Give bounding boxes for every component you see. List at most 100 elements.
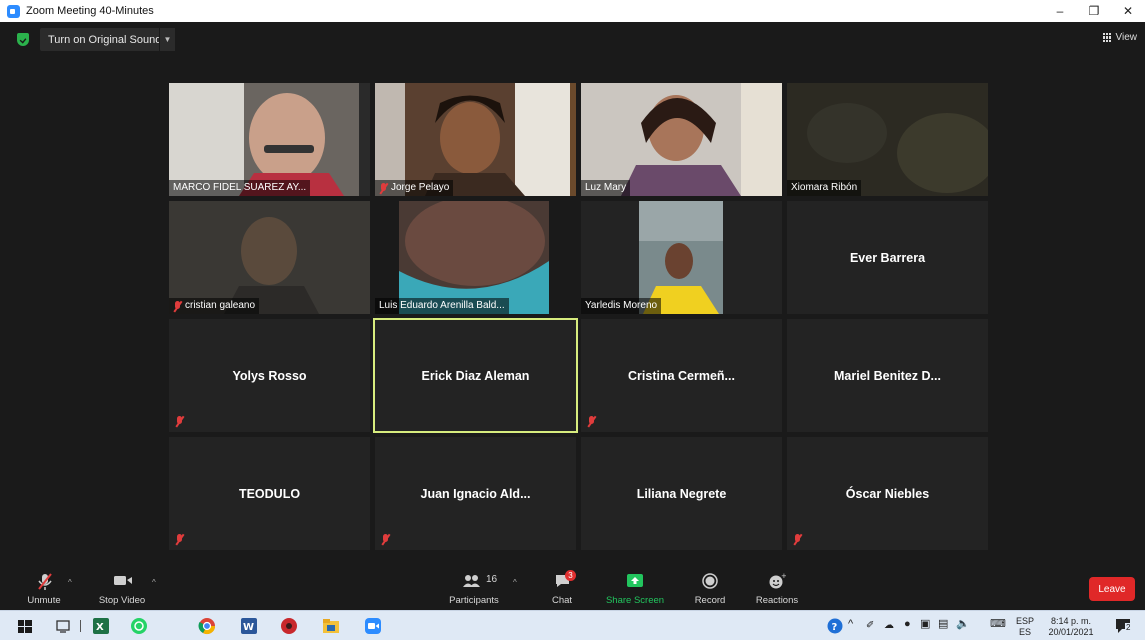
muted-mic-icon bbox=[381, 533, 391, 546]
participant-tile[interactable]: MARCO FIDEL SUAREZ AY... bbox=[169, 83, 370, 196]
excel-icon[interactable]: X bbox=[92, 617, 110, 635]
record-button[interactable]: Record bbox=[688, 570, 732, 610]
participant-name-tag: MARCO FIDEL SUAREZ AY... bbox=[169, 180, 311, 196]
close-button[interactable]: ✕ bbox=[1111, 0, 1145, 22]
notification-count: 2 bbox=[1125, 623, 1132, 632]
record-icon bbox=[702, 573, 718, 589]
unmute-label: Unmute bbox=[27, 595, 61, 606]
participants-count: 16 bbox=[486, 574, 498, 585]
participant-tile[interactable]: Cristina Cermeñ... bbox=[581, 319, 782, 432]
media-app-icon[interactable] bbox=[280, 617, 298, 635]
participants-options-caret-icon[interactable]: ^ bbox=[513, 578, 517, 587]
participants-icon bbox=[463, 575, 480, 587]
participant-name-tag: Yarledis Moreno bbox=[581, 298, 662, 314]
window-title: Zoom Meeting 40-Minutes bbox=[26, 5, 154, 17]
view-button[interactable]: View bbox=[1102, 32, 1138, 43]
stop-video-label: Stop Video bbox=[98, 595, 146, 606]
pen-icon[interactable]: ✐ bbox=[866, 620, 874, 631]
participant-tile[interactable]: Jorge Pelayo bbox=[375, 83, 576, 196]
original-sound-dropdown[interactable]: ▼ bbox=[159, 28, 175, 51]
chat-button[interactable]: 3 Chat bbox=[544, 570, 580, 610]
file-explorer-icon[interactable] bbox=[322, 617, 340, 635]
help-icon[interactable]: ? bbox=[826, 617, 844, 635]
share-screen-icon bbox=[627, 574, 643, 587]
shield-icon[interactable] bbox=[17, 33, 29, 46]
meeting-top-bar: Turn on Original Sound ▼ View bbox=[0, 28, 1145, 52]
participant-tile[interactable]: Mariel Benitez D... bbox=[787, 319, 988, 432]
participant-tile[interactable]: Juan Ignacio Ald... bbox=[375, 437, 576, 550]
participant-name-center: Cristina Cermeñ... bbox=[628, 368, 735, 383]
participant-name-tag: Xiomara Ribón bbox=[787, 180, 862, 196]
participant-name-center: Liliana Negrete bbox=[636, 486, 727, 501]
participant-tile[interactable]: Ever Barrera bbox=[787, 201, 988, 314]
view-label: View bbox=[1115, 32, 1138, 43]
participant-tile[interactable]: Yarledis Moreno bbox=[581, 201, 782, 314]
whatsapp-icon[interactable] bbox=[130, 617, 148, 635]
task-view-icon[interactable] bbox=[54, 617, 72, 635]
title-bar: Zoom Meeting 40-Minutes – ❐ ✕ bbox=[0, 0, 1145, 22]
stop-video-button[interactable]: Stop Video bbox=[94, 570, 150, 610]
muted-mic-icon bbox=[379, 182, 389, 194]
participant-name-center: TEODULO bbox=[238, 486, 301, 501]
participant-tile[interactable]: Liliana Negrete bbox=[581, 437, 782, 550]
minimize-button[interactable]: – bbox=[1043, 0, 1077, 22]
network-icon[interactable]: ▤ bbox=[938, 619, 948, 630]
participant-name-tag: Jorge Pelayo bbox=[375, 180, 454, 196]
volume-icon[interactable]: 🔈 bbox=[956, 619, 970, 630]
cloud-sync-icon[interactable]: ☁ bbox=[884, 620, 894, 631]
grid-view-icon bbox=[1102, 33, 1112, 42]
clock-time: 8:14 p. m. bbox=[1050, 616, 1092, 626]
muted-mic-icon bbox=[793, 533, 803, 546]
original-sound-button[interactable]: Turn on Original Sound bbox=[40, 28, 170, 51]
clock[interactable]: 8:14 p. m. 20/01/2021 bbox=[1044, 616, 1098, 638]
participant-name-tag: Luz Mary bbox=[581, 180, 631, 196]
taskbar-divider bbox=[80, 620, 81, 632]
show-hidden-icons-chevron-icon[interactable]: ^ bbox=[848, 619, 853, 630]
clock-date: 20/01/2021 bbox=[1048, 627, 1094, 637]
share-screen-button[interactable]: Share Screen bbox=[602, 570, 668, 610]
zoom-taskbar-icon[interactable] bbox=[364, 617, 382, 635]
video-options-caret-icon[interactable]: ^ bbox=[152, 578, 156, 587]
audio-options-caret-icon[interactable]: ^ bbox=[68, 578, 72, 587]
chrome-icon[interactable] bbox=[198, 617, 216, 635]
participant-tile[interactable]: Xiomara Ribón bbox=[787, 83, 988, 196]
chevron-down-icon: ▼ bbox=[163, 35, 172, 44]
display-icon[interactable]: ▣ bbox=[920, 619, 930, 630]
participant-name-tag: cristian galeano bbox=[169, 298, 260, 314]
keyboard-icon[interactable]: ⌨ bbox=[990, 619, 1006, 630]
chat-label: Chat bbox=[551, 595, 573, 606]
participant-tile[interactable]: Yolys Rosso bbox=[169, 319, 370, 432]
muted-mic-icon bbox=[587, 415, 597, 428]
participant-name-center: Erick Diaz Aleman bbox=[421, 368, 530, 383]
participant-tile[interactable]: cristian galeano bbox=[169, 201, 370, 314]
minimize-icon: – bbox=[1056, 4, 1064, 18]
unmute-button[interactable]: Unmute bbox=[22, 570, 66, 610]
leave-button[interactable]: Leave bbox=[1089, 577, 1135, 601]
muted-mic-icon bbox=[38, 573, 52, 590]
participant-name-tag: Luis Eduardo Arenilla Bald... bbox=[375, 298, 509, 314]
participant-tile[interactable]: Luz Mary bbox=[581, 83, 782, 196]
participant-tile[interactable]: Luis Eduardo Arenilla Bald... bbox=[375, 201, 576, 314]
reactions-smiley-icon: + bbox=[769, 573, 786, 589]
word-icon[interactable]: W bbox=[240, 617, 258, 635]
windows-start-icon[interactable] bbox=[16, 617, 34, 635]
meeting-area: Turn on Original Sound ▼ View MARCO FIDE… bbox=[0, 22, 1145, 570]
svg-text:W: W bbox=[243, 622, 254, 633]
participant-name-center: Yolys Rosso bbox=[232, 368, 307, 383]
reactions-label: Reactions bbox=[755, 595, 799, 606]
svg-text:?: ? bbox=[832, 622, 838, 633]
participants-label: Participants bbox=[449, 595, 499, 606]
participant-tile[interactable]: Óscar Niebles bbox=[787, 437, 988, 550]
participant-tile[interactable]: TEODULO bbox=[169, 437, 370, 550]
reactions-button[interactable]: + Reactions bbox=[752, 570, 802, 610]
svg-text:X: X bbox=[96, 622, 104, 633]
mic-tray-icon[interactable]: ● bbox=[904, 619, 911, 630]
share-screen-label: Share Screen bbox=[605, 595, 665, 606]
participants-button[interactable]: 16 Participants bbox=[444, 570, 504, 610]
action-center-button[interactable]: 2 bbox=[1114, 617, 1134, 635]
restore-button[interactable]: ❐ bbox=[1077, 0, 1111, 22]
participant-tile-active-speaker[interactable]: Erick Diaz Aleman bbox=[373, 318, 578, 433]
video-camera-icon bbox=[114, 576, 132, 585]
input-language-indicator[interactable]: ESP ES bbox=[1016, 616, 1034, 638]
windows-taskbar: X W ? ^ ✐ ☁ ● ▣ ▤ 🔈 ⌨ ESP ES 8:14 p. m. … bbox=[0, 610, 1145, 640]
